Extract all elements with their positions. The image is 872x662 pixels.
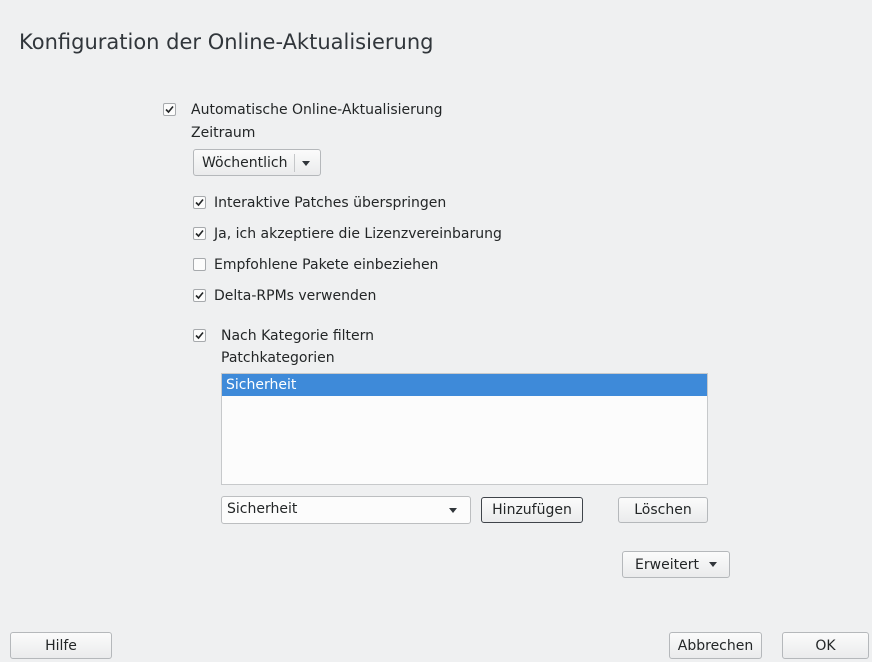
auto-update-label[interactable]: Automatische Online-Aktualisierung xyxy=(191,101,443,119)
period-dropdown[interactable]: Wöchentlich xyxy=(193,149,321,176)
patch-categories-list[interactable]: Sicherheit xyxy=(221,373,708,485)
category-combo-value: Sicherheit xyxy=(227,501,298,517)
advanced-label: Erweitert xyxy=(635,556,699,573)
chevron-down-icon xyxy=(302,161,310,166)
recommended-packages-label[interactable]: Empfohlene Pakete einbeziehen xyxy=(214,256,438,274)
category-combo[interactable]: Sicherheit xyxy=(221,496,471,524)
chevron-down-icon xyxy=(708,562,717,567)
dialog-title: Konfiguration der Online-Aktualisierung xyxy=(19,30,434,54)
delete-button[interactable]: Löschen xyxy=(618,497,708,523)
checkmark-icon xyxy=(165,105,174,114)
category-filter-label[interactable]: Nach Kategorie filtern xyxy=(221,327,374,345)
moon-icon xyxy=(855,35,861,47)
skip-interactive-label[interactable]: Interaktive Patches überspringen xyxy=(214,194,446,212)
delta-rpms-label[interactable]: Delta-RPMs verwenden xyxy=(214,287,376,305)
period-value: Wöchentlich xyxy=(202,154,288,171)
delta-rpms-checkbox[interactable] xyxy=(193,289,206,302)
checkmark-icon xyxy=(195,198,204,207)
accept-license-label[interactable]: Ja, ich akzeptiere die Lizenzvereinbarun… xyxy=(214,225,502,243)
accept-license-checkbox[interactable] xyxy=(193,227,206,240)
category-filter-checkbox[interactable] xyxy=(193,329,206,342)
recommended-packages-checkbox[interactable] xyxy=(193,258,206,271)
checkmark-icon xyxy=(195,229,204,238)
checkmark-icon xyxy=(195,331,204,340)
ok-button[interactable]: OK xyxy=(782,632,869,659)
list-item[interactable]: Sicherheit xyxy=(222,374,707,396)
skip-interactive-checkbox[interactable] xyxy=(193,196,206,209)
patch-categories-label: Patchkategorien xyxy=(221,350,335,366)
help-button[interactable]: Hilfe xyxy=(10,632,112,659)
period-label: Zeitraum xyxy=(191,125,256,141)
chevron-down-icon xyxy=(449,508,457,513)
add-button[interactable]: Hinzufügen xyxy=(481,497,583,523)
auto-update-checkbox[interactable] xyxy=(163,103,176,116)
advanced-menu-button[interactable]: Erweitert xyxy=(622,551,730,578)
checkmark-icon xyxy=(195,291,204,300)
cancel-button[interactable]: Abbrechen xyxy=(669,632,762,659)
